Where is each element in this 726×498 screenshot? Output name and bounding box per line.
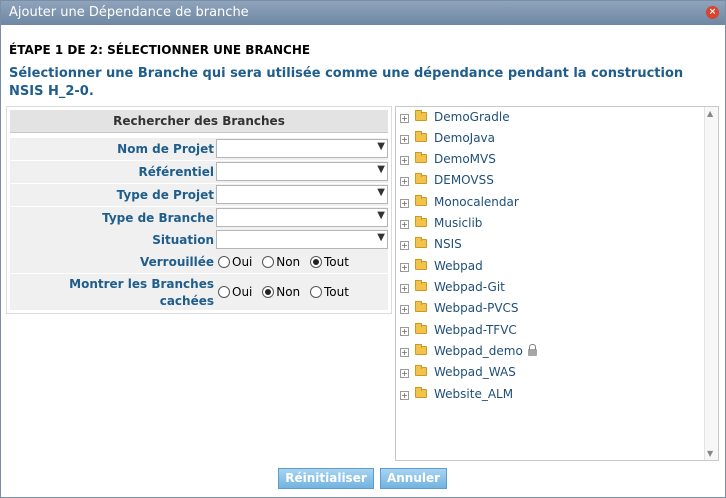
field-row-locked: Verrouillée Oui Non Tout (10, 251, 388, 273)
tree-item[interactable]: + Webpad-TFVC (400, 323, 517, 343)
dropdown-arrow-icon: ▼ (377, 187, 385, 198)
tree-item[interactable]: + Webpad (400, 259, 483, 279)
tree-item[interactable]: + Webpad_demo (400, 344, 537, 364)
step-heading: ÉTAPE 1 DE 2: SÉLECTIONNER UNE BRANCHE (9, 43, 311, 57)
folder-icon (415, 216, 427, 227)
folder-icon (415, 173, 427, 184)
expand-icon[interactable]: + (400, 263, 409, 272)
expand-icon[interactable]: + (400, 241, 409, 250)
tree-item[interactable]: + Website_ALM (400, 387, 513, 407)
field-row-hidden: Montrer les Branches cachées Oui Non Tou… (10, 274, 388, 310)
locked-label: Verrouillée (139, 255, 214, 269)
cancel-button[interactable]: Annuler (380, 468, 447, 489)
branch-type-select[interactable]: ▼ (216, 208, 388, 227)
locked-option-non[interactable]: Non (262, 255, 300, 269)
hidden-option-tout[interactable]: Tout (309, 285, 349, 299)
expand-icon[interactable]: + (400, 135, 409, 144)
folder-icon (415, 301, 427, 312)
locked-radio-group: Oui Non Tout (218, 255, 355, 269)
expand-icon[interactable]: + (400, 327, 409, 336)
tree-item[interactable]: + DemoJava (400, 131, 495, 151)
field-row-status: Situation ▼ (10, 229, 388, 251)
dialog: Ajouter une Dépendance de branche × ÉTAP… (0, 0, 726, 498)
tree-item[interactable]: + Musiclib (400, 216, 482, 236)
radio-button[interactable] (309, 286, 322, 298)
tree-item[interactable]: + NSIS (400, 237, 462, 257)
dialog-title: Ajouter une Dépendance de branche (9, 5, 249, 20)
radio-button-selected[interactable] (309, 256, 322, 268)
folder-icon (415, 387, 427, 398)
folder-icon (415, 110, 427, 121)
folder-icon (415, 259, 427, 270)
expand-icon[interactable]: + (400, 348, 409, 357)
project-type-label: Type de Projet (116, 188, 214, 202)
tree-item[interactable]: + DemoGradle (400, 110, 510, 130)
radio-button[interactable] (218, 286, 230, 298)
dropdown-arrow-icon: ▼ (377, 164, 385, 175)
expand-icon[interactable]: + (400, 156, 409, 165)
dialog-titlebar: Ajouter une Dépendance de branche × (1, 1, 725, 25)
hidden-option-non[interactable]: Non (262, 285, 300, 299)
expand-icon[interactable]: + (400, 305, 409, 314)
expand-icon[interactable]: + (400, 220, 409, 229)
repository-select[interactable]: ▼ (216, 162, 388, 181)
branch-tree: + DemoGradle + DemoJava + DemoMVS + DEMOVSS … (395, 106, 719, 461)
tree-item[interactable]: + DemoMVS (400, 152, 496, 172)
folder-icon (415, 344, 427, 355)
hidden-option-oui[interactable]: Oui (218, 285, 252, 299)
tree-item[interactable]: + Webpad_WAS (400, 365, 516, 385)
project-type-select[interactable]: ▼ (216, 185, 388, 204)
project-name-label: Nom de Projet (117, 142, 214, 156)
folder-icon (415, 365, 427, 376)
folder-icon (415, 131, 427, 142)
tree-item[interactable]: + Webpad-Git (400, 280, 505, 300)
tree-item[interactable]: + Webpad-PVCS (400, 301, 519, 321)
locked-option-tout[interactable]: Tout (309, 255, 349, 269)
project-name-select[interactable]: ▼ (216, 139, 388, 158)
lock-icon (527, 344, 537, 356)
dropdown-arrow-icon: ▼ (377, 232, 385, 243)
expand-icon[interactable]: + (400, 369, 409, 378)
tree-scrollbar[interactable]: ▲ ▼ (704, 107, 718, 460)
folder-icon (415, 323, 427, 334)
search-panel-header: Rechercher des Branches (10, 110, 388, 133)
radio-button-selected[interactable] (262, 286, 275, 298)
expand-icon[interactable]: + (400, 177, 409, 186)
folder-icon (415, 237, 427, 248)
radio-button[interactable] (262, 256, 275, 268)
expand-icon[interactable]: + (400, 284, 409, 293)
dropdown-arrow-icon: ▼ (377, 210, 385, 221)
field-row-repository: Référentiel ▼ (10, 161, 388, 183)
expand-icon[interactable]: + (400, 391, 409, 400)
field-row-project-type: Type de Projet ▼ (10, 184, 388, 206)
hidden-label: Montrer les Branches cachées (69, 277, 214, 308)
locked-option-oui[interactable]: Oui (218, 255, 252, 269)
field-row-project-name: Nom de Projet ▼ (10, 138, 388, 160)
repository-label: Référentiel (138, 165, 214, 179)
field-row-branch-type: Type de Branche ▼ (10, 207, 388, 229)
close-icon[interactable]: × (706, 6, 719, 19)
folder-icon (415, 195, 427, 206)
hidden-radio-group: Oui Non Tout (218, 285, 355, 299)
tree-item[interactable]: + DEMOVSS (400, 173, 494, 193)
expand-icon[interactable]: + (400, 114, 409, 123)
status-select[interactable]: ▼ (216, 230, 388, 249)
tree-item[interactable]: + Monocalendar (400, 195, 519, 215)
status-label: Situation (152, 233, 214, 247)
radio-button[interactable] (218, 256, 230, 268)
search-panel: Rechercher des Branches Nom de Projet ▼ … (6, 106, 392, 314)
step-description: Sélectionner une Branche qui sera utilis… (9, 66, 684, 99)
scroll-up-icon[interactable]: ▲ (707, 109, 713, 118)
reset-button[interactable]: Réinitialiser (278, 468, 374, 489)
expand-icon[interactable]: + (400, 199, 409, 208)
folder-icon (415, 280, 427, 291)
dropdown-arrow-icon: ▼ (377, 141, 385, 152)
scroll-down-icon[interactable]: ▼ (707, 449, 713, 458)
branch-type-label: Type de Branche (102, 211, 214, 225)
folder-icon (415, 152, 427, 163)
